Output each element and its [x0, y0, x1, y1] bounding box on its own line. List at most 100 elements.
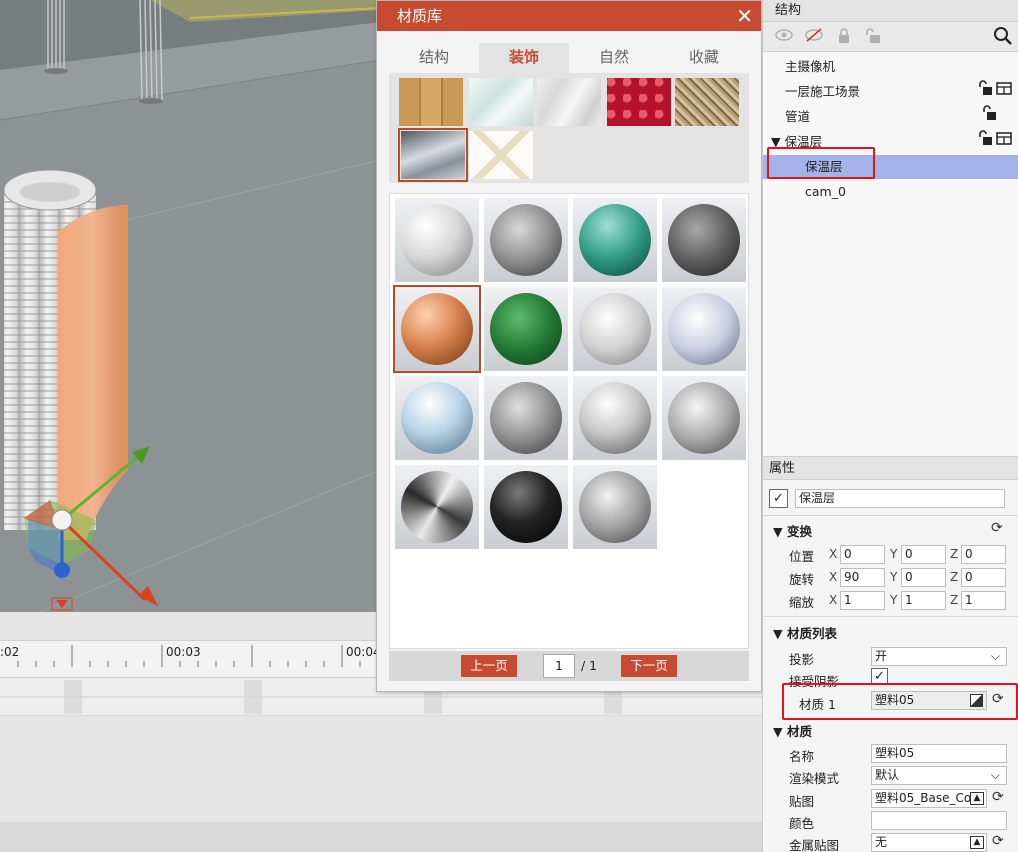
rotation-y-field[interactable]: 0 — [901, 568, 946, 587]
unlock-icon[interactable] — [979, 80, 1013, 105]
close-icon[interactable]: ✕ — [736, 1, 753, 31]
scale-label: 缩放 — [789, 595, 815, 610]
material-sphere-granite[interactable] — [662, 198, 746, 282]
metal-map-value: 无 — [875, 835, 888, 849]
next-page-button[interactable]: 下一页 — [621, 655, 677, 677]
image-icon[interactable]: ▲ — [970, 836, 984, 849]
rotation-z-field[interactable]: 0 — [961, 568, 1006, 587]
reset-icon[interactable]: ⟳ — [991, 520, 1003, 536]
tree-node-label: 主摄像机 — [785, 59, 836, 74]
material-sphere-orange-plastic[interactable] — [393, 285, 481, 373]
rotation-x-field[interactable]: 90 — [840, 568, 885, 587]
tree-node-pipe[interactable]: 管道 — [763, 105, 1018, 129]
material-sphere-green-marble[interactable] — [573, 198, 657, 282]
wood-floor-thumbnail[interactable] — [399, 78, 463, 126]
structure-panel-title: 结构 — [763, 0, 1018, 22]
search-icon[interactable] — [993, 26, 1013, 50]
sphere-preview — [490, 204, 562, 276]
unlock-icon[interactable] — [979, 130, 1013, 155]
material-sphere-light-blue[interactable] — [395, 376, 479, 460]
eye-icon[interactable] — [775, 28, 793, 46]
material-section-title[interactable]: ▼ 材质 — [773, 721, 812, 740]
cast-shadow-value: 开 — [875, 649, 888, 663]
material-sphere-grid — [389, 193, 749, 649]
material-sphere-swirl[interactable] — [395, 465, 479, 549]
axis-x-label: X — [829, 593, 838, 607]
reset-icon[interactable]: ⟳ — [992, 833, 1004, 849]
axis-z-label: Z — [950, 547, 959, 561]
rotation-label: 旋转 — [789, 572, 815, 587]
axis-y-label: Y — [890, 570, 898, 584]
cast-shadow-select[interactable]: 开 ⌵ — [871, 647, 1007, 666]
visible-checkbox[interactable]: ✓ — [769, 489, 788, 508]
tree-node-cam0[interactable]: cam_0 — [763, 180, 1018, 204]
sphere-preview — [579, 293, 651, 365]
ceiling-pattern-thumbnail[interactable] — [469, 131, 533, 179]
image-icon[interactable]: ▲ — [970, 792, 984, 805]
material-sphere-black[interactable] — [484, 465, 568, 549]
scale-y-field[interactable]: 1 — [901, 591, 946, 610]
sphere-preview — [401, 204, 473, 276]
position-z-field[interactable]: 0 — [961, 545, 1006, 564]
tab-nature[interactable]: 自然 — [569, 43, 659, 73]
material-sphere-silver[interactable] — [573, 376, 657, 460]
sphere-preview — [579, 471, 651, 543]
dialog-title: 材质库 — [397, 7, 443, 25]
texture-field[interactable]: 塑料05_Base_Co ▲ — [871, 789, 987, 808]
position-y-field[interactable]: 0 — [901, 545, 946, 564]
timeline-label-3: 00:03 — [166, 645, 201, 659]
metal-map-field[interactable]: 无 ▲ — [871, 833, 987, 852]
properties-panel: ✓ 保温层 ▼ 变换 ⟳ 位置 X 0 Y 0 Z 0 旋转 X 90 Y 0 … — [763, 480, 1018, 852]
cast-shadow-label: 投影 — [789, 652, 815, 667]
material-sphere-grey-pattern[interactable] — [484, 376, 568, 460]
tab-decoration[interactable]: 装饰 — [479, 43, 569, 73]
glass-thumbnail[interactable] — [469, 78, 533, 126]
tree-node-construction-scene[interactable]: 一层施工场景 — [763, 80, 1018, 104]
material-sphere-white-knit[interactable] — [573, 287, 657, 371]
material-sphere-crumpled[interactable] — [662, 376, 746, 460]
category-thumbnails — [389, 73, 749, 183]
timeline-label-2: :02 — [0, 645, 20, 659]
material-name-field[interactable]: 塑料05 — [871, 744, 1007, 763]
material-sphere-green-fabric[interactable] — [484, 287, 568, 371]
red-fabric-thumbnail[interactable] — [607, 78, 671, 126]
sphere-preview — [668, 382, 740, 454]
marble-thumbnail[interactable] — [537, 78, 601, 126]
object-name-field[interactable]: 保温层 — [795, 489, 1005, 508]
sphere-preview — [668, 293, 740, 365]
sphere-preview — [401, 382, 473, 454]
scale-x-field[interactable]: 1 — [840, 591, 885, 610]
sphere-preview — [401, 293, 473, 365]
page-number-input[interactable]: 1 — [543, 654, 575, 678]
material-sphere-white-plastic[interactable] — [395, 198, 479, 282]
material-list-section-title[interactable]: ▼ 材质列表 — [773, 623, 837, 642]
material-sphere-rock[interactable] — [484, 198, 568, 282]
tree-node-label: 一层施工场景 — [785, 84, 861, 99]
material-sphere-grey-weave[interactable] — [573, 465, 657, 549]
scale-z-field[interactable]: 1 — [961, 591, 1006, 610]
render-mode-select[interactable]: 默认 ⌵ — [871, 766, 1007, 785]
sphere-preview — [668, 204, 740, 276]
render-mode-label: 渲染模式 — [789, 771, 840, 786]
page-total: / 1 — [581, 658, 598, 673]
unlock-icon[interactable] — [983, 105, 999, 130]
carpet-thumbnail[interactable] — [675, 78, 739, 126]
position-x-field[interactable]: 0 — [840, 545, 885, 564]
tree-node-main-camera[interactable]: 主摄像机 — [763, 55, 1018, 79]
axis-x-label: X — [829, 547, 838, 561]
axis-y-label: Y — [890, 593, 898, 607]
hide-icon[interactable] — [805, 28, 823, 46]
tile-thumbnail[interactable] — [398, 128, 468, 182]
tab-favorites[interactable]: 收藏 — [659, 43, 749, 73]
reset-icon[interactable]: ⟳ — [992, 789, 1004, 805]
unlock-icon[interactable] — [865, 28, 881, 48]
prev-page-button[interactable]: 上一页 — [461, 655, 517, 677]
sphere-preview — [579, 204, 651, 276]
sphere-preview — [401, 471, 473, 543]
transform-section-title[interactable]: ▼ 变换 — [773, 521, 812, 540]
material-sphere-pearl[interactable] — [662, 287, 746, 371]
tab-structure[interactable]: 结构 — [389, 43, 479, 73]
lock-icon[interactable] — [837, 28, 851, 48]
color-swatch-field[interactable] — [871, 811, 1007, 830]
texture-label: 贴图 — [789, 794, 815, 809]
